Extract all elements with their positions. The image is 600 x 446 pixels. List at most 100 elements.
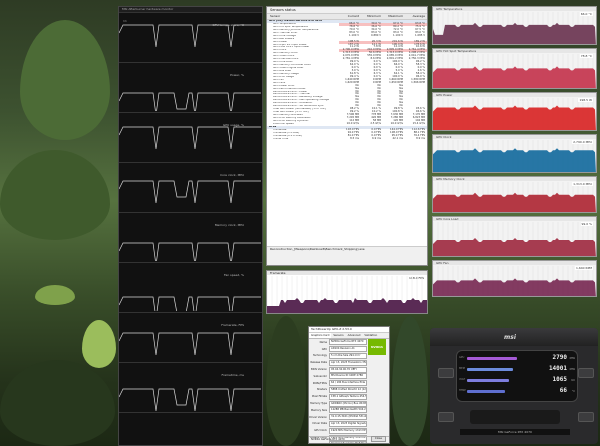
- graph-area: [267, 298, 427, 313]
- graph-plot: [433, 266, 596, 296]
- field-label: Pixel Fillrate: [312, 395, 327, 399]
- gpuz-window: TechPowerUp GPU-Z 2.53.0 Graphics Card S…: [308, 326, 390, 444]
- slider-value: 14001: [548, 365, 567, 372]
- graph-area: [433, 278, 596, 296]
- leaf-shape: [392, 316, 428, 446]
- gpuz-field-row: Release Date Apr 13, 2023 Transistors 358…: [309, 359, 367, 366]
- track-label: Core clock, MHz: [220, 173, 244, 177]
- monitor-tracks: GPU temperature, °C 66 Power, % GPU usage, …: [119, 13, 262, 413]
- gpuz-field-row: BIOS Version 95.04.34.00.70 UEFI: [309, 366, 367, 373]
- tab-graphics-card[interactable]: Graphics Card: [309, 333, 332, 338]
- reset-icon[interactable]: [578, 368, 594, 378]
- msi-logo: msi: [504, 334, 516, 341]
- track-label: Memory clock, MHz: [214, 223, 244, 227]
- graph-area: [433, 22, 596, 44]
- fan-control[interactable]: [470, 410, 560, 424]
- field-label: Shaders: [316, 388, 327, 392]
- field-value: 5888 Unified DirectX 12 (12_2): [329, 386, 367, 393]
- leaf-shape: [82, 320, 116, 368]
- graph-title: GPU Temperature: [433, 7, 596, 11]
- field-value: NVIDIA GeForce RTX 4070: [329, 339, 367, 346]
- gpuz-card-select[interactable]: NVIDIA GeForce RTX 4070: [311, 438, 345, 441]
- graph-plot: [433, 222, 596, 256]
- settings-icon[interactable]: [438, 368, 454, 378]
- track-line: [119, 242, 261, 261]
- field-label: Release Date: [310, 361, 327, 365]
- track-label: Framerate, FPS: [221, 323, 244, 327]
- graph-title: GPU Clock: [433, 135, 596, 139]
- graph-area: [433, 238, 596, 256]
- gpuz-field-row: ROPs/TMUs64 / 184 Bus Interface PCIe x16…: [309, 380, 367, 387]
- msi-card-name: MSI GeForce RTX 4070: [460, 429, 570, 435]
- column-header[interactable]: Average: [405, 14, 427, 19]
- graph-plot: [433, 140, 596, 172]
- clock-slider[interactable]: [467, 357, 517, 360]
- column-header[interactable]: Minimum: [361, 14, 383, 19]
- field-label: Memory Type: [310, 402, 327, 406]
- slider-unit: MHz: [569, 357, 575, 360]
- clock-slider[interactable]: [467, 379, 509, 382]
- sensor-row[interactable]: Frame Time 8.5 ms 6.9 ms 42.1 ms 8.9 ms: [267, 137, 427, 141]
- field-label: Driver Version: [309, 415, 327, 419]
- leaf-shape: [20, 20, 110, 140]
- framerate-graph: Framerate 118.0 FPS: [266, 270, 428, 314]
- field-value: 158.1 GPixel/s Texture 454.5 GTexel/s: [329, 393, 367, 400]
- slider-unit: °C: [572, 390, 575, 393]
- slider-unit: mV: [570, 379, 575, 382]
- graph-plot: [433, 182, 596, 212]
- slider-label: MEM: [459, 367, 465, 370]
- slider-label: GPU: [459, 356, 465, 359]
- slider-value: 2790: [552, 354, 567, 361]
- column-header[interactable]: Current: [339, 14, 361, 19]
- sensor-graph: GPU Memory Clock 1,313.0 MHz: [432, 176, 597, 213]
- field-label: ROPs/TMUs: [312, 381, 327, 385]
- track-line: [119, 296, 261, 311]
- gpuz-field-row: Subvendor MSI Device ID 10DE 2786: [309, 373, 367, 380]
- msi-afterburner-window: msi GPU 2790 MHz MEM 14001 MHz VOLT 1065 mV TEMP 6…: [430, 328, 598, 444]
- close-button[interactable]: Close: [370, 436, 386, 442]
- tab-sensors[interactable]: Sensors: [331, 333, 345, 338]
- field-label: Subvendor: [313, 374, 327, 378]
- hwinfo-window: Sensors status Sensor Current Minimum Ma…: [266, 6, 428, 266]
- track-line: [119, 92, 261, 111]
- graph-value: 99.0 %: [580, 222, 593, 226]
- sensor-name: Frame Time: [273, 137, 289, 140]
- graph-area: [433, 148, 596, 172]
- field-label: GPU Clock: [314, 429, 327, 433]
- field-label: GPU: [321, 347, 327, 351]
- graph-value: 66.0 °C: [579, 12, 593, 16]
- sensor-graph: GPU Core Load 99.0 %: [432, 216, 597, 257]
- graph-title: GPU Fan: [433, 261, 596, 265]
- nvidia-logo: NVIDIA: [368, 339, 386, 355]
- track-line: [119, 388, 261, 411]
- sensor-graph: GPU Clock 2,790.0 MHz: [432, 134, 597, 173]
- track-line: [119, 126, 261, 150]
- monitor-track: Framerate, FPS: [119, 313, 262, 363]
- column-header[interactable]: Sensor: [267, 14, 339, 19]
- monitor-track: GPU temperature, °C 66: [119, 13, 262, 63]
- apply-icon[interactable]: [578, 412, 594, 422]
- column-header[interactable]: Maximum: [383, 14, 405, 19]
- tab-advanced[interactable]: Advanced: [346, 333, 363, 338]
- clock-slider[interactable]: [467, 390, 505, 393]
- hwinfo-footer: Reconstruction_[Weapons\Rainbow6\Benchma…: [267, 246, 427, 265]
- clock-slider[interactable]: [467, 368, 513, 371]
- monitor-track: Memory clock, MHz: [119, 213, 262, 263]
- field-label: Memory Size: [310, 408, 327, 412]
- graph-value: 78.8 °C: [579, 54, 593, 58]
- graph-value: 1,640 RPM: [574, 266, 593, 270]
- gpuz-field-row: GPU Clock1920 MHz Memory 1313 MHz Boost …: [309, 427, 367, 434]
- tab-validation[interactable]: Validation: [362, 333, 379, 338]
- monitor-track: Power, %: [119, 63, 262, 113]
- field-value: 64 / 184 Bus Interface PCIe x16 4.0: [329, 380, 367, 387]
- hwinfo-footer-text: Reconstruction_[Weapons\Rainbow6\Benchma…: [270, 247, 365, 251]
- gpuz-field-row: Shaders 5888 Unified DirectX 12 (12_2): [309, 386, 367, 394]
- gpuz-field-row: Technology 5 nm Die Size 294 mm²: [309, 352, 367, 360]
- track-line: [119, 24, 261, 48]
- track-line: [119, 180, 261, 204]
- graph-title: GPU Hot Spot Temperature: [433, 49, 596, 53]
- track-label: Power, %: [230, 73, 244, 77]
- graph-plot: [433, 98, 596, 130]
- hwinfo-title: Sensors status: [267, 7, 427, 14]
- save-icon[interactable]: [438, 412, 454, 422]
